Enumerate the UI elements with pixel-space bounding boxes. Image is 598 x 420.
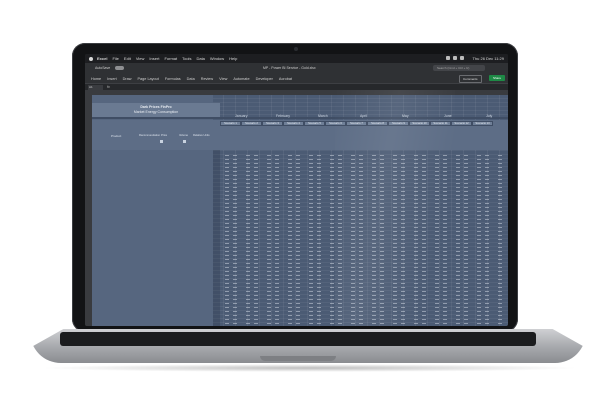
tab-acrobat[interactable]: Acrobat [279,77,292,81]
scenario-header[interactable]: Scenario 5 [304,121,325,126]
laptop-screen: Excel File Edit View Insert Format Tools… [85,54,508,326]
tab-data[interactable]: Data [187,77,195,81]
month-label: January [235,114,248,118]
month-label: February [276,114,291,118]
menu-window[interactable]: Window [210,56,224,61]
comments-button[interactable]: Comments [459,75,482,83]
data-column[interactable] [485,152,489,324]
laptop-hinge [60,332,536,346]
document-title[interactable]: MP - Power BI Service - Gold.xlsx [263,66,316,70]
wifi-icon[interactable] [446,56,450,60]
sheet-title-block[interactable]: Dark Prices FinPro Market Energy Consump… [92,103,220,117]
column-label-price[interactable]: Price [161,134,167,137]
tab-page-layout[interactable]: Page Layout [138,77,159,81]
data-column[interactable] [254,152,258,324]
column-label-product[interactable]: Product [111,134,121,138]
apple-icon[interactable] [89,56,93,61]
menu-view[interactable]: View [136,56,145,61]
ribbon-tabs: Home Insert Draw Page Layout Formulas Da… [85,74,508,83]
tab-insert[interactable]: Insert [107,77,117,81]
data-column[interactable] [477,152,481,324]
menu-tools[interactable]: Tools [182,56,191,61]
menu-bar: Excel File Edit View Insert Format Tools… [85,54,508,63]
column-label-volume[interactable]: Volume [179,134,188,137]
control-center-icon[interactable] [460,56,464,60]
search-input[interactable]: Search (Cmd + Ctrl + U) [433,65,485,71]
menu-edit[interactable]: Edit [124,56,131,61]
tab-draw[interactable]: Draw [123,77,132,81]
data-column[interactable] [233,152,237,324]
data-column[interactable] [267,152,271,324]
tab-review[interactable]: Review [201,77,213,81]
column-divider [213,150,220,326]
laptop-notch [260,356,336,361]
menu-insert[interactable]: Insert [149,56,159,61]
sheet-subtitle: Market Energy Consumption [133,110,179,114]
data-column[interactable] [309,152,313,324]
laptop-shadow [40,364,580,372]
tab-automate[interactable]: Automate [233,77,249,81]
column-label-relative-units[interactable]: Relative Units [193,134,210,137]
data-column[interactable] [464,152,468,324]
tab-home[interactable]: Home [91,77,101,81]
menu-data[interactable]: Data [196,56,204,61]
autosave-label: AutoSave [95,66,111,70]
data-column[interactable] [456,152,460,324]
tab-view[interactable]: View [219,77,227,81]
scenario-header[interactable]: Scenario 2 [241,121,262,126]
camera-icon [294,47,298,51]
menu-app-name[interactable]: Excel [97,56,107,61]
menu-format[interactable]: Format [164,56,177,61]
scenario-header[interactable]: Scenario 4 [283,121,304,126]
month-label: July [486,114,493,118]
share-button[interactable]: Share [489,75,505,81]
data-column[interactable] [288,152,292,324]
scenario-header[interactable]: Scenario 3 [262,121,283,126]
menu-help[interactable]: Help [229,56,237,61]
data-column[interactable] [275,152,279,324]
column-label-recommendation[interactable]: Recommendation [139,134,160,137]
data-column[interactable] [296,152,300,324]
menu-file[interactable]: File [112,56,118,61]
filter-dropdown-icon[interactable] [183,140,186,143]
status-icons [446,56,464,60]
fx-icon[interactable]: fx [107,85,110,89]
battery-icon[interactable] [453,56,457,60]
autosave-toggle[interactable] [115,66,124,70]
data-column[interactable] [246,152,250,324]
data-column[interactable] [498,152,502,324]
scenario-header[interactable]: Scenario 13 [472,121,493,126]
data-column[interactable] [225,152,229,324]
title-bar: AutoSave MP - Power BI Service - Gold.xl… [85,63,508,74]
screen-glare [335,90,455,326]
data-column[interactable] [330,152,334,324]
menu-clock[interactable]: Thu 26 Dec 11:29 [472,56,504,61]
scenario-header[interactable]: Scenario 1 [220,121,241,126]
row-header-bar[interactable] [85,95,92,326]
filter-dropdown-icon[interactable] [160,140,163,143]
data-column[interactable] [317,152,321,324]
tab-developer[interactable]: Developer [256,77,273,81]
tab-formulas[interactable]: Formulas [165,77,181,81]
sheet-title: Dark Prices FinPro [140,105,172,109]
month-label: March [318,114,328,118]
